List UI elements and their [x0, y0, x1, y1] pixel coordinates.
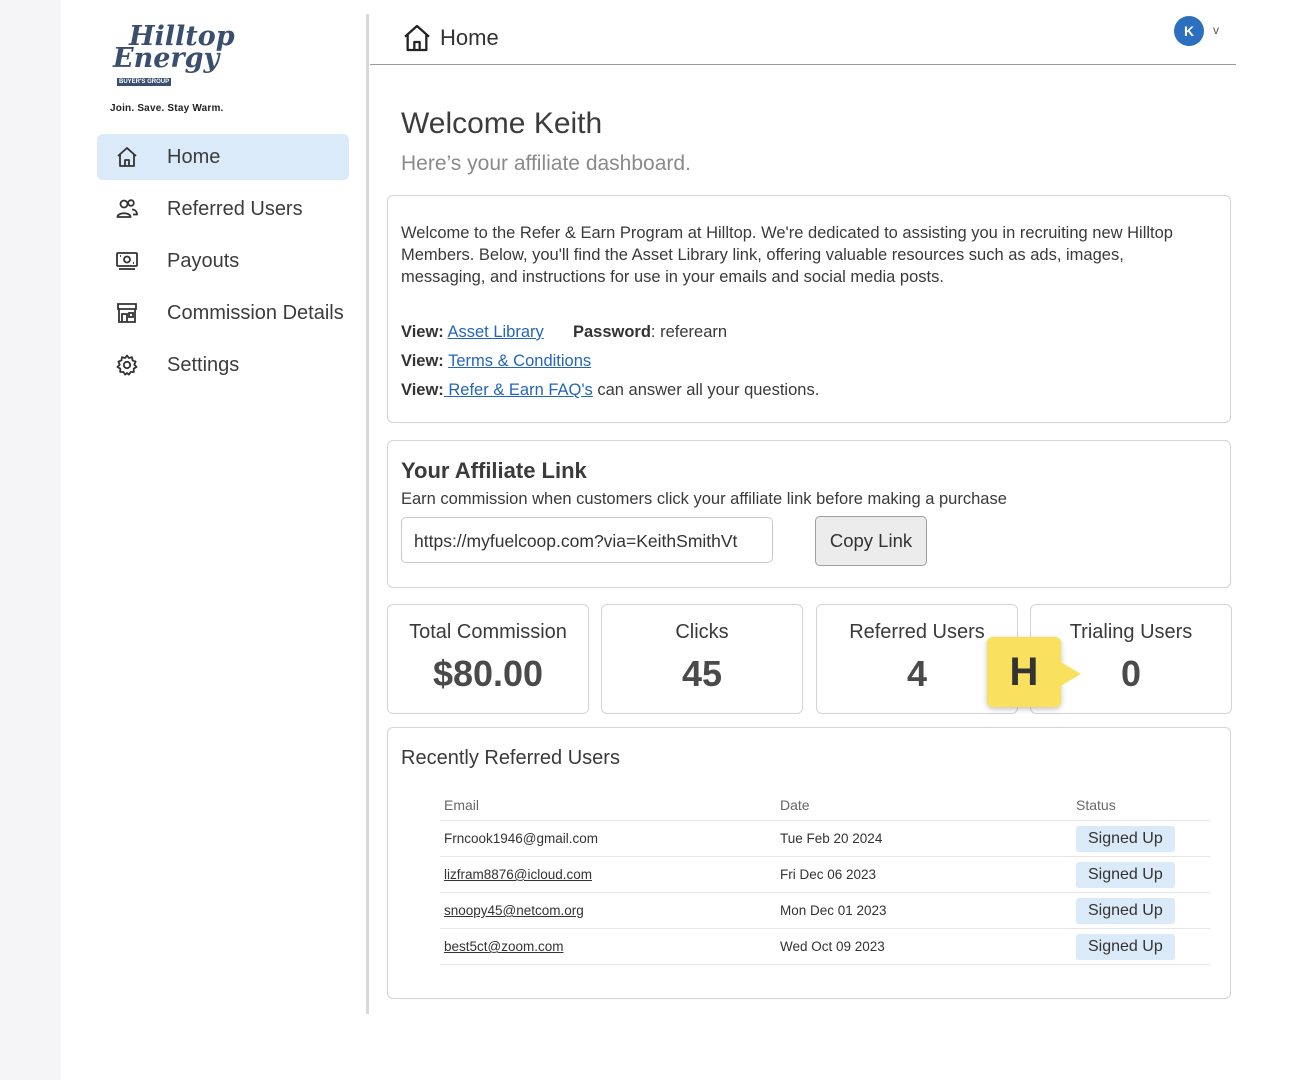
sidebar-item-referred-users[interactable]: Referred Users: [97, 186, 349, 232]
affiliate-link-card: Your Affiliate Link Earn commission when…: [387, 440, 1231, 588]
sidebar-nav: Home Referred Users Payouts Commission D…: [97, 134, 349, 394]
affiliate-link-field[interactable]: https://myfuelcoop.com?via=KeithSmithVt: [401, 517, 773, 563]
status-badge: Signed Up: [1076, 861, 1175, 888]
view-label: View:: [401, 323, 444, 341]
home-icon: [401, 22, 433, 59]
row-email: Frncook1946@gmail.com: [440, 820, 776, 857]
column-date[interactable]: Date: [776, 790, 1072, 821]
sidebar-item-commission-details[interactable]: Commission Details: [97, 290, 349, 336]
sidebar-item-payouts[interactable]: Payouts: [97, 238, 349, 284]
stat-label: Total Commission: [409, 621, 567, 643]
password-value: : referearn: [650, 323, 728, 341]
row-email: lizfram8876@icloud.com: [440, 856, 776, 893]
recent-users-title: Recently Referred Users: [401, 747, 620, 769]
chevron-down-icon[interactable]: v: [1213, 23, 1219, 37]
faq-link[interactable]: Refer & Earn FAQ's: [444, 381, 592, 399]
view-label: View:: [401, 381, 444, 399]
table-row: snoopy45@netcom.org Mon Dec 01 2023 Sign…: [440, 892, 1210, 929]
row-date: Tue Feb 20 2024: [776, 820, 1072, 857]
status-badge: Signed Up: [1076, 825, 1175, 852]
faq-row: View: Refer & Earn FAQ's can answer all …: [401, 381, 819, 400]
store-icon: [115, 301, 139, 325]
logo-subtitle: BUYER'S GROUP: [117, 78, 172, 86]
asset-library-link[interactable]: Asset Library: [447, 323, 543, 341]
gear-icon: [115, 353, 139, 377]
sidebar-item-settings[interactable]: Settings: [97, 342, 349, 388]
sidebar-item-label: Payouts: [167, 249, 240, 272]
recent-users-card: Recently Referred Users Email Date Statu…: [387, 727, 1231, 999]
table-row: best5ct@zoom.com Wed Oct 09 2023 Signed …: [440, 928, 1210, 965]
affiliate-title: Your Affiliate Link: [401, 458, 587, 483]
sidebar-item-label: Home: [167, 145, 221, 168]
row-date: Fri Dec 06 2023: [776, 856, 1072, 893]
sidebar-divider: [366, 14, 369, 1014]
faq-suffix: can answer all your questions.: [592, 381, 820, 399]
stat-value: 45: [681, 653, 723, 694]
sidebar-item-label: Commission Details: [167, 301, 344, 324]
copy-link-button[interactable]: Copy Link: [815, 516, 927, 566]
stat-clicks: Clicks 45: [601, 604, 803, 714]
recent-users-table: Email Date Status Frncook1946@gmail.com …: [440, 790, 1210, 965]
intro-card: Welcome to the Refer & Earn Program at H…: [387, 195, 1231, 423]
email-link[interactable]: lizfram8876@icloud.com: [444, 867, 592, 882]
email-link[interactable]: snoopy45@netcom.org: [444, 903, 584, 918]
affiliate-description: Earn commission when customers click you…: [401, 490, 1007, 508]
top-header: Home K v: [370, 14, 1236, 65]
view-label: View:: [401, 352, 444, 370]
money-icon: [115, 249, 139, 273]
home-icon: [115, 145, 139, 169]
column-email[interactable]: Email: [440, 790, 776, 821]
sidebar-item-label: Referred Users: [167, 197, 303, 220]
sidebar-item-home[interactable]: Home: [97, 134, 349, 180]
welcome-subtitle: Here’s your affiliate dashboard.: [401, 152, 691, 175]
table-header: Email Date Status: [440, 790, 1210, 821]
welcome-heading: Welcome Keith: [401, 107, 603, 140]
status-badge: Signed Up: [1076, 933, 1175, 960]
password-label: Password: [572, 323, 651, 341]
email-link[interactable]: best5ct@zoom.com: [444, 939, 564, 954]
left-gutter: [0, 0, 61, 1080]
row-email: best5ct@zoom.com: [440, 928, 776, 965]
sidebar: Hilltop Energy BUYER'S GROUP Join. Save.…: [61, 0, 366, 1015]
row-status: Signed Up: [1072, 928, 1210, 965]
stat-label: Clicks: [675, 621, 729, 643]
row-email: snoopy45@netcom.org: [440, 892, 776, 929]
row-status: Signed Up: [1072, 892, 1210, 929]
intro-text: Welcome to the Refer & Earn Program at H…: [401, 224, 1173, 286]
stat-total-commission: Total Commission $80.00: [387, 604, 589, 714]
tagline: Join. Save. Stay Warm.: [110, 103, 224, 114]
stat-label: Trialing Users: [1069, 621, 1193, 643]
row-date: Mon Dec 01 2023: [776, 892, 1072, 929]
hilltop-energy-logo[interactable]: Hilltop Energy BUYER'S GROUP: [111, 23, 241, 88]
page-title: Home: [440, 25, 499, 50]
terms-link[interactable]: Terms & Conditions: [448, 352, 591, 370]
status-badge: Signed Up: [1076, 897, 1175, 924]
row-status: Signed Up: [1072, 856, 1210, 893]
hint-badge[interactable]: H: [987, 637, 1081, 707]
terms-row: View: Terms & Conditions: [401, 352, 591, 371]
sidebar-item-label: Settings: [167, 353, 240, 376]
table-row: Frncook1946@gmail.com Tue Feb 20 2024 Si…: [440, 820, 1210, 857]
table-row: lizfram8876@icloud.com Fri Dec 06 2023 S…: [440, 856, 1210, 893]
stat-value: $80.00: [432, 653, 544, 694]
avatar[interactable]: K: [1174, 16, 1204, 46]
row-status: Signed Up: [1072, 820, 1210, 857]
row-date: Wed Oct 09 2023: [776, 928, 1072, 965]
users-icon: [115, 197, 139, 221]
column-status[interactable]: Status: [1072, 790, 1210, 821]
asset-library-row: View: Asset Library Password: referearn: [401, 323, 727, 342]
